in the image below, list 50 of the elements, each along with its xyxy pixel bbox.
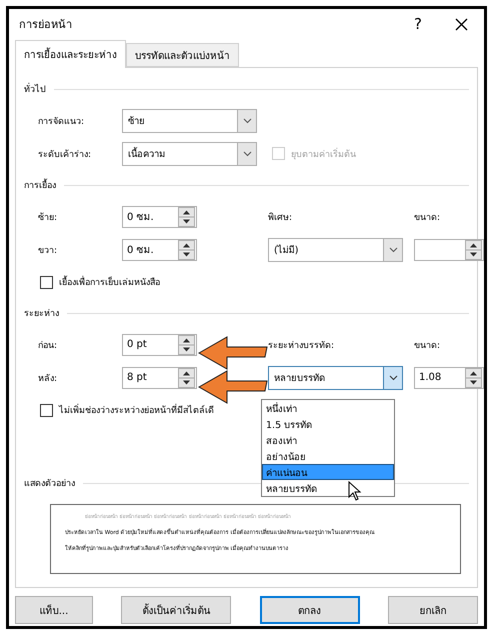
field-label: การจัดแนว: — [38, 116, 86, 128]
caret-down-icon — [242, 118, 252, 124]
caret-down-icon — [242, 150, 252, 156]
field-label: พิเศษ: — [268, 212, 294, 224]
section-heading: แสดงตัวอย่าง — [24, 478, 75, 490]
spin-arrows-icon[interactable] — [178, 240, 195, 260]
field-label: ซ้าย: — [38, 212, 58, 224]
field-label: หลัง: — [38, 372, 58, 384]
close-icon[interactable] — [455, 18, 468, 30]
field-label: ขนาด: — [414, 212, 442, 224]
spin-arrows-icon[interactable] — [465, 368, 482, 388]
line-spacing-dropdown[interactable]: หลายบรรทัด — [268, 366, 403, 390]
spacing-after-field[interactable]: 8 pt — [122, 366, 197, 388]
dialog-button[interactable]: ตั้งเป็นค่าเริ่มต้น — [121, 596, 232, 624]
caret-down-icon — [388, 246, 398, 252]
right-indent-field[interactable]: 0 ซม. — [122, 238, 197, 260]
field-label: ก่อน: — [38, 340, 58, 352]
checkbox-label: ยุบตามค่าเริ่มต้น — [291, 146, 356, 160]
dialog-button[interactable]: แท็บ... — [15, 596, 93, 624]
checkbox[interactable] — [40, 404, 53, 416]
dialog-button[interactable]: ยกเลิก — [388, 596, 478, 624]
field-label: ระดับเค้าร่าง: — [38, 148, 92, 160]
spin-arrows-icon[interactable] — [465, 240, 482, 260]
help-button[interactable]: ? — [403, 15, 433, 33]
field-label: ขนาด: — [414, 340, 442, 352]
tab[interactable]: การเยื้องและระยะห่าง — [15, 40, 126, 68]
indent-size-field[interactable] — [414, 238, 484, 260]
alignment-dropdown[interactable]: ซ้าย — [122, 108, 257, 132]
dialog-button[interactable]: ตกลง — [260, 596, 360, 624]
caret-down-icon — [388, 374, 398, 380]
dropdown-option[interactable]: ค่าแน่นอน — [262, 464, 394, 480]
section-heading: ระยะห่าง — [24, 308, 59, 320]
checkbox-label: เยื้องเพื่อการเย็บเล่มหนังสือ — [59, 275, 160, 289]
field-label: ระยะห่างบรรทัด: — [268, 340, 336, 352]
field-label: ขวา: — [38, 244, 58, 256]
left-indent-field[interactable]: 0 ซม. — [122, 206, 197, 228]
line-spacing-size-field[interactable]: 1.08 — [414, 366, 484, 388]
arrow-annotation — [197, 335, 269, 371]
checkbox[interactable] — [40, 276, 53, 288]
tab[interactable]: บรรทัดและตัวแบ่งหน้า — [126, 43, 239, 67]
section-heading: ทั่วไป — [24, 82, 46, 96]
section-heading: การเยื้อง — [24, 178, 56, 192]
spin-arrows-icon[interactable] — [178, 368, 195, 388]
spacing-before-field[interactable]: 0 pt — [122, 334, 197, 356]
spin-arrows-icon[interactable] — [178, 334, 195, 354]
outline-level-dropdown[interactable]: เนื้อความ — [122, 142, 257, 166]
checkbox-label: ไม่เพิ่มช่องว่างระหว่างย่อหน้าที่มีสไตล์เดี — [59, 403, 214, 417]
spin-arrows-icon[interactable] — [178, 206, 195, 226]
window-title: การย่อหน้า — [19, 17, 73, 33]
special-dropdown[interactable]: (ไม่มี) — [268, 238, 403, 262]
